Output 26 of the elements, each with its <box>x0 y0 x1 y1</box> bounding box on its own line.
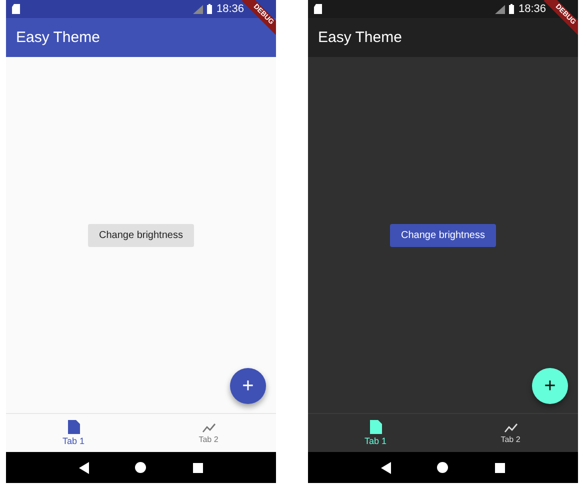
battery-icon <box>207 4 212 14</box>
tab[interactable]: Tab 1 <box>6 414 141 452</box>
status-time: 18:36 <box>518 3 546 15</box>
home-icon[interactable] <box>437 462 448 473</box>
recents-icon[interactable] <box>494 462 505 472</box>
recents-icon[interactable] <box>192 462 203 472</box>
signal-icon <box>193 4 204 14</box>
document-icon <box>68 420 80 434</box>
signal-icon <box>495 4 506 14</box>
change-brightness-button[interactable]: Change brightness <box>390 224 496 246</box>
sd-card-icon <box>12 4 20 14</box>
tab[interactable]: Tab 2 <box>141 414 276 452</box>
status-time: 18:36 <box>216 3 244 15</box>
add-button[interactable]: + <box>230 368 266 404</box>
add-button[interactable]: + <box>532 368 568 404</box>
trend-line-icon <box>202 422 216 432</box>
back-icon[interactable] <box>79 462 90 474</box>
tab[interactable]: Tab 2 <box>443 414 578 452</box>
back-icon[interactable] <box>381 462 392 474</box>
change-brightness-button[interactable]: Change brightness <box>88 224 194 246</box>
document-icon <box>370 420 382 434</box>
trend-line-icon <box>504 422 518 432</box>
sd-card-icon <box>314 4 322 14</box>
home-icon[interactable] <box>135 462 146 473</box>
battery-icon <box>509 4 514 14</box>
tab[interactable]: Tab 1 <box>308 414 443 452</box>
